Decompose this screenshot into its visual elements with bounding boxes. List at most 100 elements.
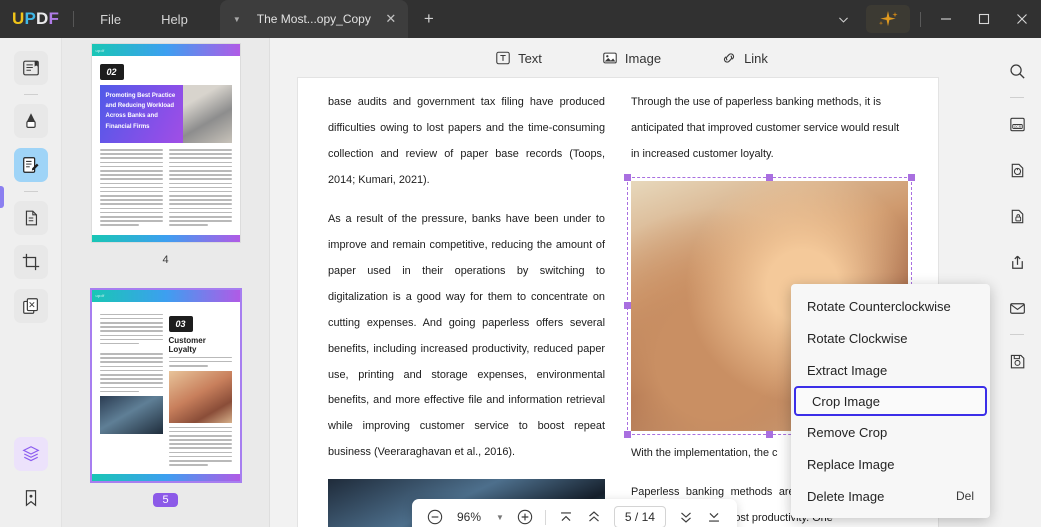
- sidebar-item-reader[interactable]: [13, 51, 48, 85]
- menu-crop-image[interactable]: Crop Image: [794, 386, 987, 416]
- sidebar-item-comment[interactable]: [13, 104, 48, 138]
- tab-title: The Most...opy_Copy: [256, 12, 371, 26]
- window-controls: [824, 0, 1041, 38]
- thumbnail-page-4[interactable]: updf 02 Promoting Best Practice and Redu…: [91, 44, 240, 242]
- thumb-section-title: Customer Loyalty: [168, 335, 206, 354]
- tool-image[interactable]: Image: [595, 46, 668, 70]
- resize-handle-n[interactable]: [766, 173, 773, 181]
- resize-handle-s[interactable]: [766, 430, 773, 438]
- ai-layers-icon: [21, 444, 41, 464]
- section-badge: 03: [168, 315, 193, 332]
- tab-list-chevron-icon[interactable]: [824, 0, 862, 38]
- save-button[interactable]: [1001, 345, 1033, 377]
- tool-text[interactable]: Text: [488, 46, 549, 70]
- share-button[interactable]: [1001, 246, 1033, 278]
- thumb-columns: 03 Customer Loyalty: [99, 313, 232, 469]
- comment-highlight-icon: [21, 111, 41, 131]
- sidebar-item-convert[interactable]: [13, 201, 48, 235]
- ai-sparkle-icon[interactable]: [866, 5, 910, 33]
- paragraph-2[interactable]: As a result of the pressure, banks have …: [328, 207, 605, 467]
- last-page-icon[interactable]: [701, 504, 727, 527]
- right-rail-divider-1: [1010, 97, 1024, 98]
- logo-letter-d: D: [36, 9, 49, 28]
- text-tool-icon: [495, 50, 511, 66]
- logo-letter-f: F: [48, 9, 60, 28]
- thumb-columns: [99, 149, 232, 229]
- thumb-top-gradient: updf: [91, 289, 240, 302]
- page-indicator[interactable]: 5 / 14: [613, 506, 666, 527]
- resize-handle-sw[interactable]: [624, 430, 631, 438]
- paragraph-3[interactable]: Through the use of paperless banking met…: [631, 90, 908, 168]
- resize-handle-nw[interactable]: [624, 173, 631, 181]
- zoom-level[interactable]: 96%: [450, 510, 488, 524]
- sidebar-item-bookmarks[interactable]: [14, 481, 48, 515]
- close-icon[interactable]: ✕: [382, 10, 400, 28]
- first-page-icon[interactable]: [553, 504, 579, 527]
- ocr-button[interactable]: OCR: [1001, 108, 1033, 140]
- thumb-hero-photo: [182, 85, 232, 143]
- zoom-dropdown-icon[interactable]: ▼: [490, 513, 510, 522]
- logo-letter-p: P: [24, 9, 37, 28]
- section-badge: 02: [99, 64, 124, 80]
- maximize-button[interactable]: [965, 0, 1003, 38]
- thumb-bottom-gradient: [91, 474, 240, 482]
- share-icon: [1008, 253, 1027, 272]
- body-area: updf 02 Promoting Best Practice and Redu…: [0, 38, 1041, 527]
- menu-delete-image[interactable]: Delete Image Del: [791, 480, 990, 512]
- sidebar-item-edit-pdf[interactable]: [13, 148, 48, 182]
- document-tab[interactable]: ▼ The Most...opy_Copy ✕: [219, 0, 408, 38]
- rail-divider-2: [23, 191, 38, 192]
- toolbar-divider: [544, 509, 546, 525]
- menu-rotate-clockwise[interactable]: Rotate Clockwise: [791, 322, 990, 354]
- menu-remove-crop[interactable]: Remove Crop: [791, 416, 990, 448]
- ocr-icon: OCR: [1008, 115, 1027, 134]
- sidebar-item-organize-pages[interactable]: [13, 289, 48, 323]
- new-tab-button[interactable]: +: [418, 8, 440, 30]
- zoom-page-toolbar: 96% ▼ 5 / 14: [412, 499, 737, 527]
- menu-rotate-counterclockwise[interactable]: Rotate Counterclockwise: [791, 290, 990, 322]
- resize-handle-ne[interactable]: [908, 173, 915, 181]
- menu-label: Rotate Clockwise: [807, 330, 908, 346]
- image-context-menu: Rotate Counterclockwise Rotate Clockwise…: [791, 284, 990, 518]
- previous-page-icon[interactable]: [581, 504, 607, 527]
- thumb-photo-laptop: [99, 396, 163, 435]
- next-page-icon[interactable]: [673, 504, 699, 527]
- minimize-button[interactable]: [927, 0, 965, 38]
- edit-pdf-icon: [21, 155, 41, 175]
- organize-pages-icon: [21, 296, 41, 316]
- menu-label: Delete Image: [807, 488, 885, 504]
- sidebar-item-crop[interactable]: [13, 245, 48, 279]
- menu-help[interactable]: Help: [149, 7, 200, 32]
- thumbnail-panel[interactable]: updf 02 Promoting Best Practice and Redu…: [62, 38, 270, 527]
- thumb-col-right: [168, 149, 232, 229]
- zoom-in-icon[interactable]: [512, 504, 538, 527]
- search-button[interactable]: [1001, 55, 1033, 87]
- thumbnail-page-number-active: 5: [153, 493, 178, 508]
- chevron-down-icon[interactable]: ▼: [228, 10, 246, 28]
- close-button[interactable]: [1003, 0, 1041, 38]
- thumb-col-left: [99, 149, 163, 229]
- sidebar-item-ai-assistant[interactable]: [13, 437, 48, 471]
- thumbnail-page-number: 4: [162, 253, 169, 266]
- rail-divider-1: [23, 94, 38, 95]
- tool-text-label: Text: [518, 50, 542, 66]
- thumb-photo-callcenter: [168, 370, 232, 423]
- email-button[interactable]: [1001, 292, 1033, 324]
- thumb-top-gradient: updf: [91, 44, 240, 56]
- menu-file[interactable]: File: [88, 7, 133, 32]
- right-rail-divider-2: [1010, 334, 1024, 335]
- menu-replace-image[interactable]: Replace Image: [791, 448, 990, 480]
- thumb-bottom-gradient: [91, 234, 240, 242]
- resize-handle-w[interactable]: [624, 302, 631, 310]
- tool-link[interactable]: Link: [714, 46, 775, 70]
- convert-button[interactable]: [1001, 154, 1033, 186]
- titlebar-divider: [73, 11, 75, 27]
- menu-label: Remove Crop: [807, 424, 888, 440]
- zoom-out-icon[interactable]: [422, 504, 448, 527]
- protect-button[interactable]: [1001, 200, 1033, 232]
- thumbnail-page-5[interactable]: updf 03 Customer Loyalty: [91, 289, 240, 482]
- convert-icon: [1008, 161, 1027, 180]
- paragraph-1[interactable]: base audits and government tax filing ha…: [328, 90, 605, 194]
- menu-extract-image[interactable]: Extract Image: [791, 354, 990, 386]
- logo-letter-u: U: [12, 9, 25, 28]
